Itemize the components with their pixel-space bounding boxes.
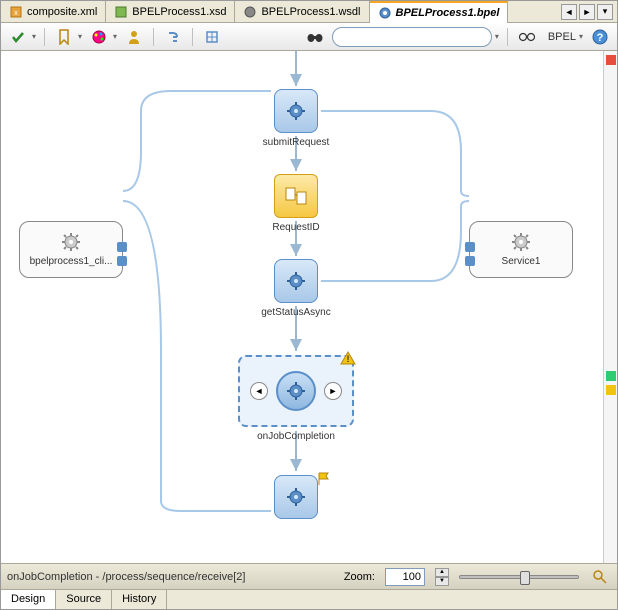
gear-icon xyxy=(286,487,306,507)
tab-design[interactable]: Design xyxy=(1,590,56,609)
partner-link-service[interactable]: Service1 xyxy=(469,221,573,278)
gear-icon xyxy=(286,381,306,401)
gear-icon xyxy=(286,271,306,291)
dropdown-icon[interactable]: ▾ xyxy=(78,32,82,41)
activity-get-status[interactable] xyxy=(274,259,318,303)
activity-label: getStatusAsync xyxy=(236,307,356,318)
tab-label: BPELProcess1.wsdl xyxy=(261,6,360,18)
tab-history[interactable]: History xyxy=(112,590,167,609)
info-marker[interactable] xyxy=(606,371,616,381)
expand-button[interactable] xyxy=(201,26,223,48)
svg-text:?: ? xyxy=(597,32,604,44)
gear-icon xyxy=(286,101,306,121)
svg-text:x: x xyxy=(14,10,18,17)
zoom-input[interactable] xyxy=(385,568,425,586)
search-input[interactable] xyxy=(332,27,492,47)
flag-icon xyxy=(317,472,331,486)
activity-on-job-completion[interactable]: ◄ ► ! xyxy=(238,355,354,427)
partner-label: Service1 xyxy=(502,256,541,267)
bookmark-button[interactable] xyxy=(53,26,75,48)
tab-label: BPELProcess1.xsd xyxy=(132,6,226,18)
tab-list-button[interactable]: ▾ xyxy=(597,4,613,20)
toolbar: ▾ ▾ ▾ ▾ BPEL ▾ ? xyxy=(1,23,617,51)
dropdown-icon[interactable]: ▾ xyxy=(579,32,583,41)
status-bar: onJobCompletion - /process/sequence/rece… xyxy=(1,563,617,589)
palette-button[interactable] xyxy=(88,26,110,48)
tab-xsd[interactable]: BPELProcess1.xsd xyxy=(106,1,235,23)
svg-text:!: ! xyxy=(347,354,350,364)
activity-reply[interactable] xyxy=(274,475,318,519)
zoom-label: Zoom: xyxy=(344,571,375,583)
activity-request-id[interactable] xyxy=(274,174,318,218)
activity-label: RequestID xyxy=(236,222,356,233)
tab-bpel[interactable]: BPELProcess1.bpel xyxy=(370,1,509,23)
xsd-icon xyxy=(114,5,128,19)
gear-icon xyxy=(61,232,81,252)
activity-label: onJobCompletion xyxy=(236,431,356,442)
help-button[interactable]: ? xyxy=(589,26,611,48)
warning-marker[interactable] xyxy=(606,385,616,395)
overview-ruler[interactable] xyxy=(603,51,617,563)
validate-button[interactable] xyxy=(7,26,29,48)
tab-label: BPELProcess1.bpel xyxy=(396,7,500,19)
user-button[interactable] xyxy=(123,26,145,48)
view-label: BPEL xyxy=(548,31,576,43)
canvas-area: bpelprocess1_cli... Service1 submitReque… xyxy=(1,51,617,563)
dropdown-icon[interactable]: ▾ xyxy=(113,32,117,41)
assign-icon xyxy=(285,187,307,205)
editor-mode-tabs: Design Source History xyxy=(1,589,617,609)
gear-icon xyxy=(511,232,531,252)
activity-label: submitRequest xyxy=(236,137,356,148)
zoom-spinner: ▲ ▼ xyxy=(435,568,449,586)
link-port[interactable] xyxy=(117,256,127,266)
tab-label: composite.xml xyxy=(27,6,97,18)
tab-nav: ◄ ► ▾ xyxy=(557,4,617,20)
dropdown-icon[interactable]: ▾ xyxy=(495,32,499,41)
link-button[interactable] xyxy=(162,26,184,48)
zoom-slider[interactable] xyxy=(459,575,579,579)
link-port[interactable] xyxy=(465,242,475,252)
tab-composite[interactable]: x composite.xml xyxy=(1,1,106,23)
glasses-icon[interactable] xyxy=(516,26,538,48)
zoom-down-button[interactable]: ▼ xyxy=(435,577,449,586)
bpel-canvas[interactable]: bpelprocess1_cli... Service1 submitReque… xyxy=(1,51,603,563)
warning-icon: ! xyxy=(340,351,356,365)
status-path: onJobCompletion - /process/sequence/rece… xyxy=(7,571,334,583)
link-port[interactable] xyxy=(117,242,127,252)
error-marker[interactable] xyxy=(606,55,616,65)
link-port[interactable] xyxy=(465,256,475,266)
tab-next-button[interactable]: ► xyxy=(579,4,595,20)
tab-wsdl[interactable]: BPELProcess1.wsdl xyxy=(235,1,369,23)
dropdown-icon[interactable]: ▾ xyxy=(32,32,36,41)
editor-tabs: x composite.xml BPELProcess1.xsd BPELPro… xyxy=(1,1,617,23)
slider-thumb[interactable] xyxy=(520,571,530,585)
partner-link-client[interactable]: bpelprocess1_cli... xyxy=(19,221,123,278)
zoom-fit-button[interactable] xyxy=(589,566,611,588)
xml-icon: x xyxy=(9,5,23,19)
nav-next-button[interactable]: ► xyxy=(324,382,342,400)
zoom-up-button[interactable]: ▲ xyxy=(435,568,449,577)
receive-node[interactable] xyxy=(276,371,316,411)
wsdl-icon xyxy=(243,5,257,19)
nav-prev-button[interactable]: ◄ xyxy=(250,382,268,400)
activity-submit-request[interactable] xyxy=(274,89,318,133)
bpel-icon xyxy=(378,6,392,20)
partner-label: bpelprocess1_cli... xyxy=(30,256,113,267)
tab-prev-button[interactable]: ◄ xyxy=(561,4,577,20)
binoculars-icon[interactable] xyxy=(304,26,326,48)
tab-source[interactable]: Source xyxy=(56,590,112,609)
